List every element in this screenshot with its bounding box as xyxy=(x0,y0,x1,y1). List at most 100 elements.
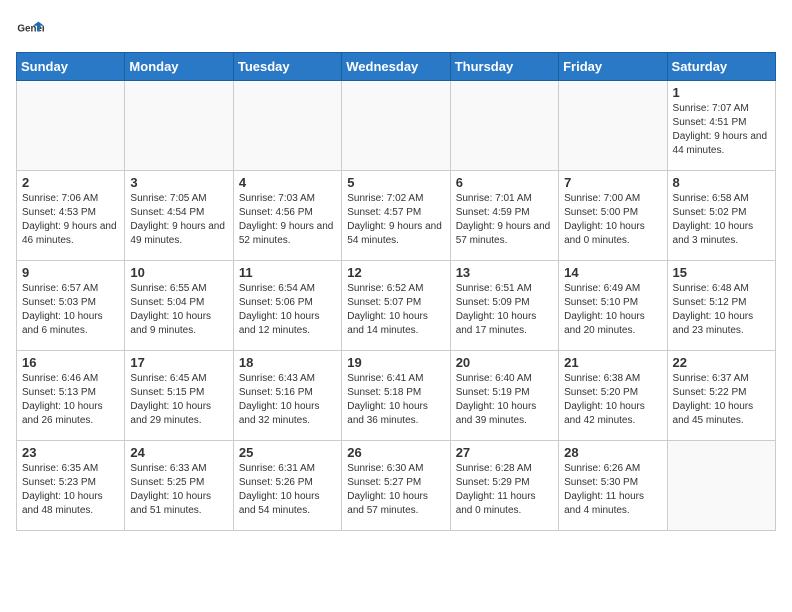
day-number: 8 xyxy=(673,175,770,190)
calendar-cell: 20 Sunrise: 6:40 AM Sunset: 5:19 PM Dayli… xyxy=(450,351,558,441)
calendar-week-1: 1 Sunrise: 7:07 AM Sunset: 4:51 PM Daylig… xyxy=(17,81,776,171)
calendar-cell xyxy=(17,81,125,171)
cell-info: Sunrise: 6:54 AM Sunset: 5:06 PM Dayligh… xyxy=(239,282,336,338)
weekday-header-tuesday: Tuesday xyxy=(233,53,341,81)
calendar-cell: 22 Sunrise: 6:37 AM Sunset: 5:22 PM Dayli… xyxy=(667,351,775,441)
calendar-cell: 19Sunrise: 6:41 AM Sunset: 5:18 PM Dayli… xyxy=(342,351,450,441)
logo-icon: General xyxy=(16,16,44,44)
calendar-cell: 26 Sunrise: 6:30 AM Sunset: 5:27 PM Dayli… xyxy=(342,441,450,531)
cell-info: Sunrise: 6:28 AM Sunset: 5:29 PM Dayligh… xyxy=(456,462,553,518)
calendar-cell: 2Sunrise: 7:06 AM Sunset: 4:53 PM Daylig… xyxy=(17,171,125,261)
calendar-cell: 23 Sunrise: 6:35 AM Sunset: 5:23 PM Dayli… xyxy=(17,441,125,531)
day-number: 18 xyxy=(239,355,336,370)
weekday-header-monday: Monday xyxy=(125,53,233,81)
day-number: 10 xyxy=(130,265,227,280)
calendar-cell: 11 Sunrise: 6:54 AM Sunset: 5:06 PM Dayli… xyxy=(233,261,341,351)
calendar-cell: 3 Sunrise: 7:05 AM Sunset: 4:54 PM Daylig… xyxy=(125,171,233,261)
cell-info: Sunrise: 7:07 AM Sunset: 4:51 PM Dayligh… xyxy=(673,102,770,158)
day-number: 3 xyxy=(130,175,227,190)
calendar-cell: 25 Sunrise: 6:31 AM Sunset: 5:26 PM Dayli… xyxy=(233,441,341,531)
cell-info: Sunrise: 6:57 AM Sunset: 5:03 PM Dayligh… xyxy=(22,282,119,338)
calendar-cell: 14Sunrise: 6:49 AM Sunset: 5:10 PM Dayli… xyxy=(559,261,667,351)
calendar-cell xyxy=(342,81,450,171)
cell-info: Sunrise: 6:45 AM Sunset: 5:15 PM Dayligh… xyxy=(130,372,227,428)
calendar-week-5: 23 Sunrise: 6:35 AM Sunset: 5:23 PM Dayli… xyxy=(17,441,776,531)
day-number: 13 xyxy=(456,265,553,280)
day-number: 23 xyxy=(22,445,119,460)
calendar-cell: 6 Sunrise: 7:01 AM Sunset: 4:59 PM Daylig… xyxy=(450,171,558,261)
weekday-header-sunday: Sunday xyxy=(17,53,125,81)
cell-info: Sunrise: 6:52 AM Sunset: 5:07 PM Dayligh… xyxy=(347,282,444,338)
header: General xyxy=(16,16,776,44)
calendar-cell: 13 Sunrise: 6:51 AM Sunset: 5:09 PM Dayli… xyxy=(450,261,558,351)
weekday-header-friday: Friday xyxy=(559,53,667,81)
day-number: 24 xyxy=(130,445,227,460)
day-number: 28 xyxy=(564,445,661,460)
calendar-cell: 7Sunrise: 7:00 AM Sunset: 5:00 PM Daylig… xyxy=(559,171,667,261)
day-number: 6 xyxy=(456,175,553,190)
cell-info: Sunrise: 6:51 AM Sunset: 5:09 PM Dayligh… xyxy=(456,282,553,338)
calendar-cell: 10 Sunrise: 6:55 AM Sunset: 5:04 PM Dayli… xyxy=(125,261,233,351)
cell-info: Sunrise: 6:30 AM Sunset: 5:27 PM Dayligh… xyxy=(347,462,444,518)
day-number: 5 xyxy=(347,175,444,190)
calendar-cell: 8 Sunrise: 6:58 AM Sunset: 5:02 PM Daylig… xyxy=(667,171,775,261)
day-number: 14 xyxy=(564,265,661,280)
day-number: 20 xyxy=(456,355,553,370)
calendar-cell: 27 Sunrise: 6:28 AM Sunset: 5:29 PM Dayli… xyxy=(450,441,558,531)
weekday-header-wednesday: Wednesday xyxy=(342,53,450,81)
weekday-header-saturday: Saturday xyxy=(667,53,775,81)
day-number: 4 xyxy=(239,175,336,190)
calendar-cell: 24 Sunrise: 6:33 AM Sunset: 5:25 PM Dayli… xyxy=(125,441,233,531)
calendar-cell: 28 Sunrise: 6:26 AM Sunset: 5:30 PM Dayli… xyxy=(559,441,667,531)
day-number: 25 xyxy=(239,445,336,460)
cell-info: Sunrise: 7:01 AM Sunset: 4:59 PM Dayligh… xyxy=(456,192,553,248)
calendar-cell xyxy=(450,81,558,171)
calendar-cell xyxy=(125,81,233,171)
logo: General xyxy=(16,16,48,44)
day-number: 15 xyxy=(673,265,770,280)
day-number: 12 xyxy=(347,265,444,280)
calendar-cell xyxy=(233,81,341,171)
day-number: 9 xyxy=(22,265,119,280)
cell-info: Sunrise: 6:58 AM Sunset: 5:02 PM Dayligh… xyxy=(673,192,770,248)
cell-info: Sunrise: 6:48 AM Sunset: 5:12 PM Dayligh… xyxy=(673,282,770,338)
cell-info: Sunrise: 6:43 AM Sunset: 5:16 PM Dayligh… xyxy=(239,372,336,428)
calendar-header-row: SundayMondayTuesdayWednesdayThursdayFrid… xyxy=(17,53,776,81)
calendar-cell: 9 Sunrise: 6:57 AM Sunset: 5:03 PM Daylig… xyxy=(17,261,125,351)
calendar-cell: 21Sunrise: 6:38 AM Sunset: 5:20 PM Dayli… xyxy=(559,351,667,441)
calendar-cell: 15 Sunrise: 6:48 AM Sunset: 5:12 PM Dayli… xyxy=(667,261,775,351)
day-number: 1 xyxy=(673,85,770,100)
calendar-cell xyxy=(667,441,775,531)
cell-info: Sunrise: 6:55 AM Sunset: 5:04 PM Dayligh… xyxy=(130,282,227,338)
calendar-week-2: 2Sunrise: 7:06 AM Sunset: 4:53 PM Daylig… xyxy=(17,171,776,261)
cell-info: Sunrise: 6:26 AM Sunset: 5:30 PM Dayligh… xyxy=(564,462,661,518)
calendar-cell: 12 Sunrise: 6:52 AM Sunset: 5:07 PM Dayli… xyxy=(342,261,450,351)
cell-info: Sunrise: 7:05 AM Sunset: 4:54 PM Dayligh… xyxy=(130,192,227,248)
weekday-header-thursday: Thursday xyxy=(450,53,558,81)
cell-info: Sunrise: 6:31 AM Sunset: 5:26 PM Dayligh… xyxy=(239,462,336,518)
calendar-cell xyxy=(559,81,667,171)
cell-info: Sunrise: 6:37 AM Sunset: 5:22 PM Dayligh… xyxy=(673,372,770,428)
calendar-cell: 1 Sunrise: 7:07 AM Sunset: 4:51 PM Daylig… xyxy=(667,81,775,171)
cell-info: Sunrise: 6:38 AM Sunset: 5:20 PM Dayligh… xyxy=(564,372,661,428)
day-number: 16 xyxy=(22,355,119,370)
calendar-week-4: 16 Sunrise: 6:46 AM Sunset: 5:13 PM Dayli… xyxy=(17,351,776,441)
calendar-cell: 16 Sunrise: 6:46 AM Sunset: 5:13 PM Dayli… xyxy=(17,351,125,441)
cell-info: Sunrise: 7:02 AM Sunset: 4:57 PM Dayligh… xyxy=(347,192,444,248)
cell-info: Sunrise: 6:40 AM Sunset: 5:19 PM Dayligh… xyxy=(456,372,553,428)
calendar-cell: 5 Sunrise: 7:02 AM Sunset: 4:57 PM Daylig… xyxy=(342,171,450,261)
day-number: 17 xyxy=(130,355,227,370)
cell-info: Sunrise: 6:46 AM Sunset: 5:13 PM Dayligh… xyxy=(22,372,119,428)
day-number: 11 xyxy=(239,265,336,280)
cell-info: Sunrise: 6:35 AM Sunset: 5:23 PM Dayligh… xyxy=(22,462,119,518)
day-number: 22 xyxy=(673,355,770,370)
day-number: 26 xyxy=(347,445,444,460)
cell-info: Sunrise: 6:41 AM Sunset: 5:18 PM Dayligh… xyxy=(347,372,444,428)
calendar-cell: 4 Sunrise: 7:03 AM Sunset: 4:56 PM Daylig… xyxy=(233,171,341,261)
cell-info: Sunrise: 7:03 AM Sunset: 4:56 PM Dayligh… xyxy=(239,192,336,248)
day-number: 7 xyxy=(564,175,661,190)
cell-info: Sunrise: 6:33 AM Sunset: 5:25 PM Dayligh… xyxy=(130,462,227,518)
calendar-week-3: 9 Sunrise: 6:57 AM Sunset: 5:03 PM Daylig… xyxy=(17,261,776,351)
day-number: 2 xyxy=(22,175,119,190)
day-number: 27 xyxy=(456,445,553,460)
